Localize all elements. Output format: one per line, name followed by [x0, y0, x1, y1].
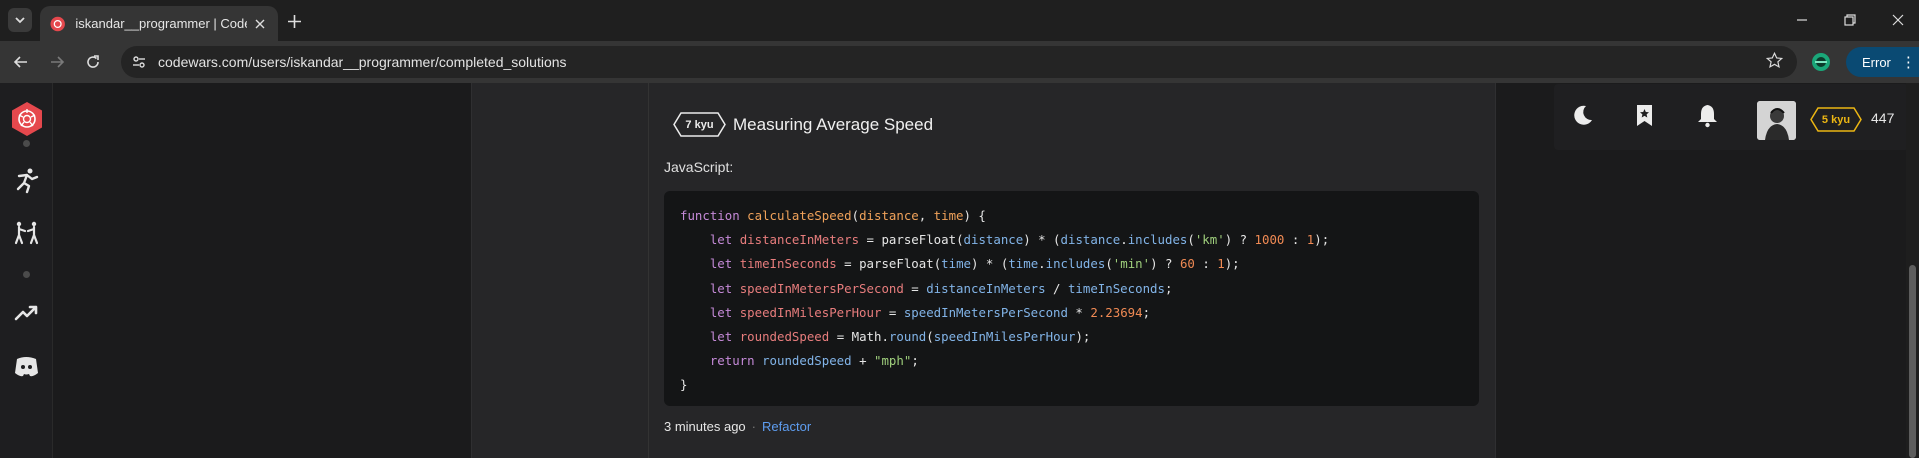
code-line: function calculateSpeed(distance, time) … [680, 208, 986, 223]
restore-icon [1844, 14, 1856, 26]
user-rank-label: 5 kyu [1821, 113, 1851, 126]
tab-close-button[interactable] [253, 16, 268, 32]
new-tab-button[interactable] [282, 9, 306, 33]
codewars-favicon-icon [50, 16, 65, 31]
rail-divider-dot [23, 140, 30, 147]
browser-tab-bar: iskandar__programmer | Codewars [0, 0, 1919, 41]
plus-icon [287, 14, 301, 28]
solution-meta: 3 minutes ago · Refactor [664, 419, 811, 434]
panel-divider [648, 83, 649, 458]
error-label: Error [1862, 54, 1891, 70]
window-close-button[interactable] [1886, 8, 1910, 32]
rail-divider-dot [23, 271, 30, 278]
browser-toolbar: codewars.com/users/iskandar__programmer/… [0, 41, 1919, 83]
tune-icon[interactable] [131, 54, 147, 70]
solution-time: 3 minutes ago [664, 419, 746, 434]
practice-icon[interactable] [13, 167, 40, 194]
kata-rank-badge: 7 kyu [673, 112, 726, 137]
chevron-down-icon [15, 17, 25, 24]
left-sidebar [0, 83, 53, 458]
meta-separator: · [751, 419, 757, 434]
bell-icon[interactable] [1695, 103, 1720, 128]
user-rank-badge[interactable]: 5 kyu [1810, 107, 1862, 132]
profile-error-button[interactable]: Error ⋮ [1846, 47, 1919, 77]
tab-title: iskandar__programmer | Codewars [75, 16, 246, 31]
code-line: let distanceInMeters = parseFloat(distan… [709, 232, 1330, 248]
code-line: let speedInMetersPerSecond = distanceInM… [709, 280, 1173, 296]
moon-icon[interactable] [1570, 103, 1595, 128]
page-content: 7 kyu Measuring Average Speed JavaScript… [0, 83, 1919, 458]
extension-icon[interactable] [1809, 50, 1833, 74]
close-icon [255, 19, 265, 28]
minimize-button[interactable] [1790, 8, 1814, 32]
code-line: let speedInMilesPerHour = speedInMetersP… [709, 304, 1151, 320]
close-icon [1892, 14, 1904, 26]
clans-fight-icon[interactable] [13, 219, 40, 246]
minimize-icon [1797, 19, 1807, 21]
kata-title-link[interactable]: Measuring Average Speed [733, 115, 933, 135]
browser-tab[interactable]: iskandar__programmer | Codewars [40, 6, 278, 41]
back-button[interactable] [8, 49, 34, 75]
trending-up-icon[interactable] [13, 299, 40, 326]
scrollbar-thumb[interactable] [1909, 265, 1916, 458]
address-bar[interactable]: codewars.com/users/iskandar__programmer/… [121, 46, 1797, 78]
code-line: let timeInSeconds = parseFloat(time) * (… [709, 256, 1240, 272]
code-line: let roundedSpeed = Math.round(speedInMil… [709, 328, 1091, 344]
reload-button[interactable] [80, 49, 106, 75]
bookmark-star-button[interactable] [1765, 51, 1784, 74]
kata-rank-label: 7 kyu [685, 118, 714, 131]
refactor-link[interactable]: Refactor [762, 419, 811, 434]
code-line: } [680, 377, 688, 393]
star-icon [1765, 51, 1784, 69]
arrow-left-icon [13, 56, 27, 68]
restore-button[interactable] [1838, 8, 1862, 32]
forward-button[interactable] [44, 49, 70, 75]
language-label: JavaScript: [664, 159, 734, 175]
bookmark-icon[interactable] [1632, 103, 1657, 128]
scrollbar[interactable] [1906, 83, 1919, 458]
more-menu-icon[interactable]: ⋮ [1901, 53, 1916, 71]
code-line: return roundedSpeed + "mph"; [709, 353, 919, 369]
honor-count: 447 [1871, 110, 1895, 126]
tab-search-button[interactable] [8, 8, 32, 32]
avatar-image [1757, 101, 1796, 140]
url-text: codewars.com/users/iskandar__programmer/… [158, 54, 567, 70]
discord-icon[interactable] [13, 353, 40, 380]
solution-code-block: function calculateSpeed(distance, time) … [664, 191, 1479, 406]
codewars-logo-icon[interactable] [9, 101, 45, 137]
reload-icon [87, 55, 99, 68]
arrow-right-icon [51, 56, 65, 68]
avatar[interactable] [1757, 101, 1796, 140]
kata-header: 7 kyu Measuring Average Speed [673, 112, 933, 137]
